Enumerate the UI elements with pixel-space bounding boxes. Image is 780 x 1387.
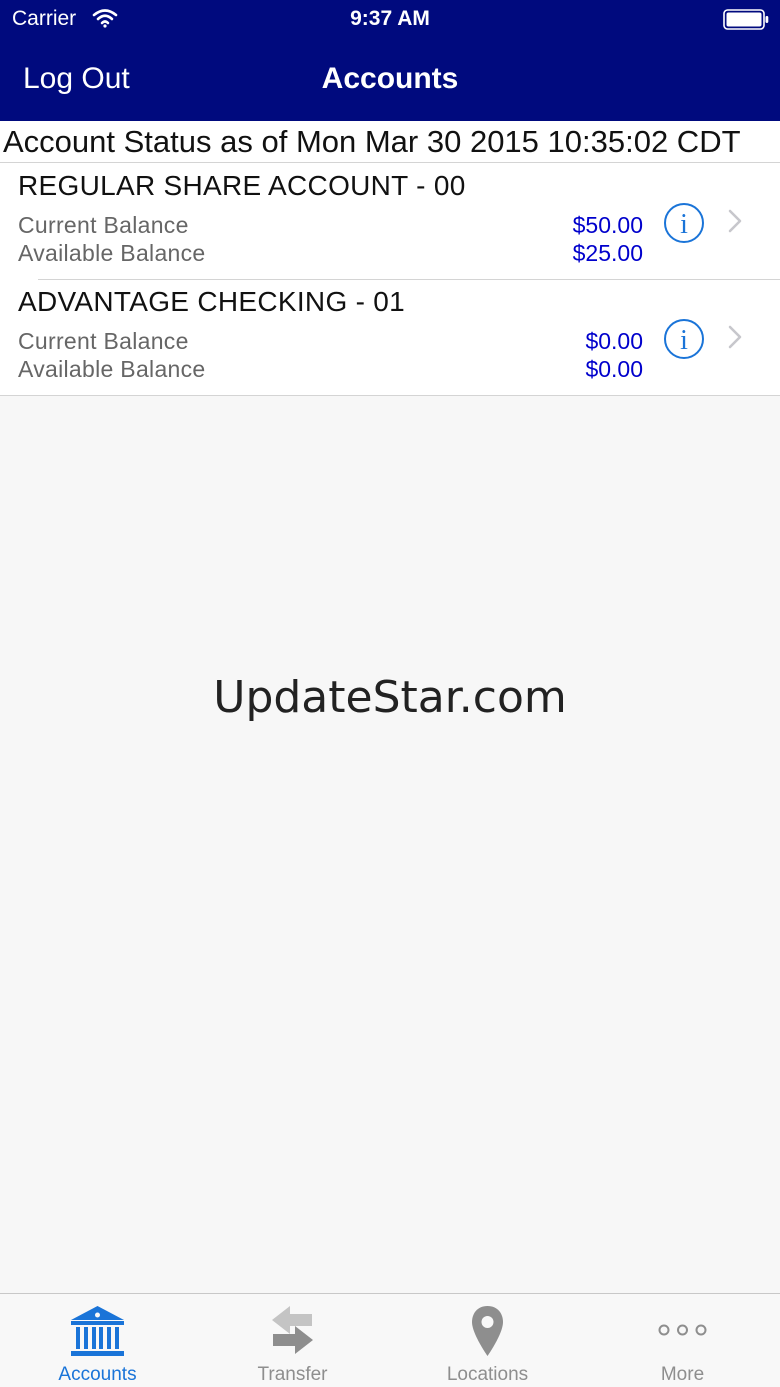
accounts-list: REGULAR SHARE ACCOUNT - 00 Current Balan…: [0, 163, 780, 396]
watermark-text: UpdateStar.com: [213, 672, 567, 723]
account-row[interactable]: ADVANTAGE CHECKING - 01 Current Balance …: [0, 279, 780, 395]
account-row[interactable]: REGULAR SHARE ACCOUNT - 00 Current Balan…: [0, 163, 780, 279]
page-title: Accounts: [321, 62, 459, 95]
available-balance-value: $25.00: [572, 240, 643, 266]
available-balance-label: Available Balance: [18, 240, 206, 266]
clock: 9:37 AM: [350, 7, 430, 30]
svg-text:i: i: [680, 325, 688, 356]
account-status-header: Account Status as of Mon Mar 30 2015 10:…: [0, 121, 780, 163]
bank-icon: [71, 1306, 124, 1356]
battery-icon: [723, 9, 769, 30]
current-balance-value: $50.00: [572, 212, 643, 238]
available-balance-value: $0.00: [585, 356, 643, 382]
tab-label: Locations: [446, 1364, 529, 1385]
navigation-bar: Log Out Accounts: [0, 40, 780, 121]
current-balance-label: Current Balance: [18, 212, 189, 238]
tab-bar: Accounts Transfer Locations More: [0, 1293, 780, 1387]
tab-label: More: [660, 1364, 705, 1385]
info-icon[interactable]: i: [663, 202, 705, 244]
chevron-right-icon[interactable]: [728, 209, 742, 233]
top-bar: Carrier 9:37 AM Log Out Accounts: [0, 0, 780, 121]
info-icon[interactable]: i: [663, 318, 705, 360]
map-pin-icon: [472, 1306, 503, 1356]
transfer-arrows-icon: [272, 1306, 313, 1354]
account-name: ADVANTAGE CHECKING - 01: [18, 286, 406, 317]
more-dots-icon: [658, 1324, 707, 1336]
status-bar: Carrier 9:37 AM: [0, 0, 780, 40]
tab-transfer[interactable]: Transfer: [195, 1294, 390, 1387]
chevron-right-icon[interactable]: [728, 325, 742, 349]
account-name: REGULAR SHARE ACCOUNT - 00: [18, 170, 466, 201]
svg-text:i: i: [680, 209, 688, 240]
tab-accounts[interactable]: Accounts: [0, 1294, 195, 1387]
tab-label: Transfer: [257, 1364, 328, 1385]
tab-locations[interactable]: Locations: [390, 1294, 585, 1387]
tab-label: Accounts: [58, 1364, 137, 1385]
tab-more[interactable]: More: [585, 1294, 780, 1387]
available-balance-label: Available Balance: [18, 356, 206, 382]
current-balance-value: $0.00: [585, 328, 643, 354]
current-balance-label: Current Balance: [18, 328, 189, 354]
